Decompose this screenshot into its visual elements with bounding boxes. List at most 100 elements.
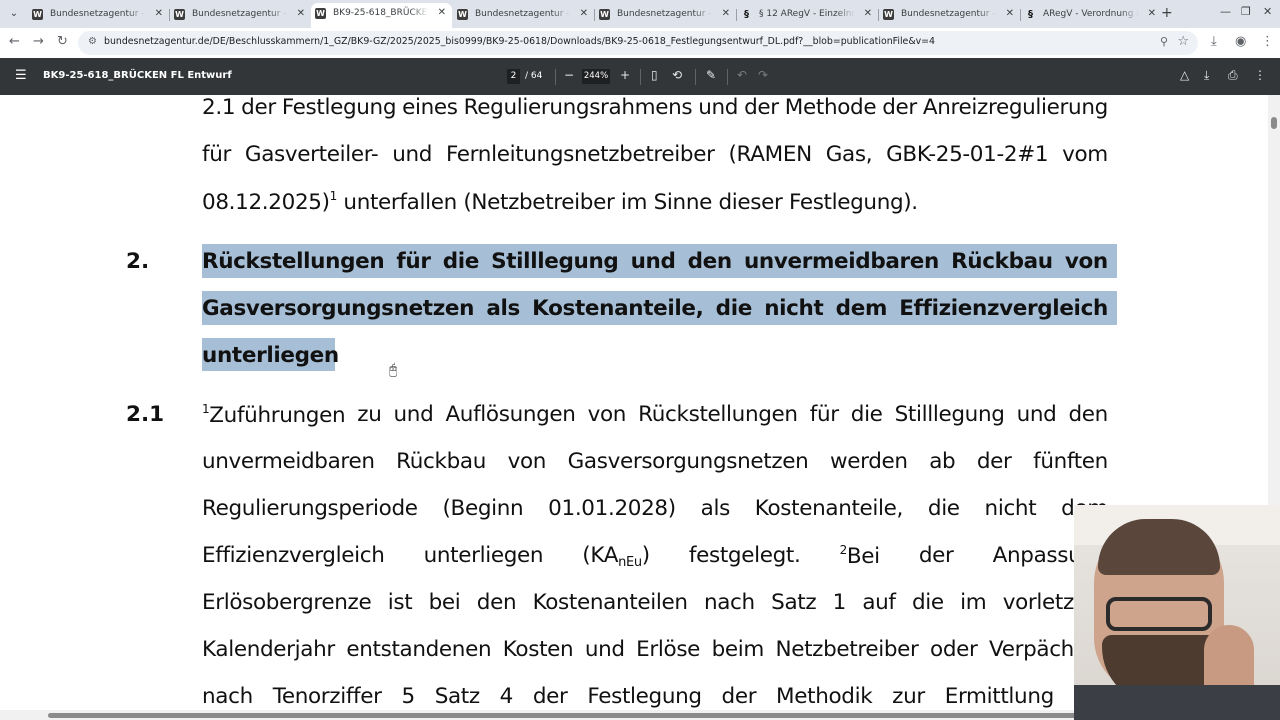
- sidebar-menu-icon[interactable]: ☰: [15, 68, 27, 83]
- word: nach: [703, 590, 755, 615]
- pdf-favicon-icon: W: [315, 8, 326, 19]
- toolbar-divider: [727, 69, 728, 85]
- text-span: Bei: [846, 544, 880, 569]
- toolbar-divider: [695, 69, 696, 85]
- browser-toolbar: ← → ↻ ⚙ bundesnetzagentur.de/DE/Beschlus…: [0, 28, 1280, 58]
- minimize-icon[interactable]: —: [1220, 5, 1231, 18]
- print-icon[interactable]: ⎙: [1228, 68, 1238, 83]
- word: von: [587, 402, 627, 427]
- tab-close-icon[interactable]: ✕: [1006, 4, 1014, 24]
- word: Auflösungen: [445, 402, 576, 427]
- tab-title: Bundesnetzagentur - W: [475, 9, 571, 19]
- browser-tab-strip: ⌄ W Bundesnetzagentur - Al ✕ W Bundesnet…: [0, 0, 1280, 28]
- forward-arrow-icon[interactable]: →: [33, 34, 44, 49]
- browser-tab[interactable]: W Bundesnetzagentur - Al ✕: [170, 4, 311, 26]
- zoom-level-input[interactable]: 244%: [582, 69, 610, 84]
- word: Gasversorgungsnetzen: [202, 296, 475, 321]
- tab-close-icon[interactable]: ✕: [1148, 4, 1156, 24]
- text-span: der: [918, 543, 954, 568]
- word: der: [241, 95, 276, 120]
- word: Regulierungsrahmens: [463, 95, 693, 120]
- word: entstandenen: [346, 637, 492, 662]
- tab-close-icon[interactable]: ✕: [864, 4, 872, 24]
- tab-close-icon[interactable]: ✕: [297, 4, 305, 24]
- tab-title: Bundesnetzagentur - Al: [192, 9, 288, 19]
- page-number-input[interactable]: 2: [507, 69, 520, 84]
- text-span: unterliegen: [423, 543, 544, 568]
- zoom-magnifier-icon[interactable]: ⚲: [1160, 35, 1168, 48]
- word: Rückstellungen: [638, 402, 798, 427]
- new-tab-plus-icon[interactable]: +: [1161, 5, 1173, 21]
- tab-title: Bundesnetzagentur - Hc: [617, 9, 713, 19]
- zoom-out-icon[interactable]: −: [564, 68, 574, 82]
- word: vorletz: [1002, 590, 1075, 615]
- word: oder: [930, 637, 978, 662]
- url-text[interactable]: bundesnetzagentur.de/DE/Beschlusskammern…: [104, 36, 935, 47]
- drive-save-icon[interactable]: △: [1180, 68, 1189, 82]
- tab-title: BK9-25-618_BRÜCKEN F: [333, 8, 429, 18]
- word: dem: [835, 296, 888, 321]
- text-line: Erlösobergrenze ist bei den Kostenanteilen na…: [202, 590, 1074, 615]
- word: Stilllegung: [491, 249, 619, 274]
- word: zur: [892, 684, 925, 709]
- annotate-pen-icon[interactable]: ✎: [706, 68, 716, 82]
- tab-search-chevron-icon[interactable]: ⌄: [6, 6, 22, 22]
- word: unvermeidbaren: [202, 449, 375, 474]
- word: unvermeidbaren: [743, 249, 939, 274]
- word: Netzbetreiber: [775, 637, 919, 662]
- browser-tab[interactable]: § ARegV - Verordnung üb ✕: [1021, 4, 1162, 26]
- text-span: ): [641, 543, 650, 568]
- bnetza-favicon-icon: W: [32, 9, 43, 20]
- text-span: unterfallen (Netzbetreiber im Sinne dies…: [336, 190, 918, 215]
- download-icon[interactable]: ⤓: [1204, 68, 1209, 83]
- word: nach: [202, 684, 253, 709]
- section-heading-line: Gasversorgungsnetzen als Kostenanteile, die…: [202, 296, 1108, 321]
- text-line: 1Zuführungen zu und Auflösungen von Rückstell…: [202, 402, 1108, 428]
- browser-tab[interactable]: W Bundesnetzagentur - Al ✕: [28, 4, 169, 26]
- zoom-in-icon[interactable]: +: [620, 68, 630, 82]
- browser-tab[interactable]: W Bundesnetzagentur - W ✕: [453, 4, 594, 26]
- tab-close-icon[interactable]: ✕: [580, 4, 588, 24]
- tab-close-icon[interactable]: ✕: [155, 4, 163, 24]
- back-arrow-icon[interactable]: ←: [9, 34, 20, 49]
- word: Effizienzvergleich: [899, 296, 1108, 321]
- word: und: [392, 142, 433, 167]
- redo-icon[interactable]: ↷: [758, 68, 768, 82]
- word: der: [744, 95, 779, 120]
- footnote-marker[interactable]: 1: [330, 189, 338, 203]
- reload-icon[interactable]: ↻: [57, 34, 68, 49]
- more-options-icon[interactable]: ⋮: [1254, 68, 1266, 82]
- browser-tab[interactable]: W Bundesnetzagentur - Ef ✕: [879, 4, 1020, 26]
- window-close-icon[interactable]: ✕: [1263, 5, 1272, 18]
- paragraph-favicon-icon: §: [1028, 9, 1033, 20]
- word: Rückbau: [951, 249, 1053, 274]
- address-bar[interactable]: ⚙ bundesnetzagentur.de/DE/Beschlusskamme…: [78, 31, 1198, 55]
- word: 01.01.2028): [548, 496, 676, 521]
- word: Fernleitungsnetzbetreiber: [445, 142, 715, 167]
- rotate-icon[interactable]: ⟲: [672, 68, 682, 82]
- site-info-icon[interactable]: ⚙: [88, 36, 97, 47]
- scrollbar-thumb[interactable]: [48, 713, 1088, 718]
- word: Satz: [771, 590, 817, 615]
- word: für: [809, 402, 839, 427]
- tab-close-icon[interactable]: ✕: [722, 4, 730, 24]
- fit-to-page-icon[interactable]: ▯: [651, 68, 658, 82]
- word: Verpäch: [989, 637, 1074, 662]
- word: und: [1016, 402, 1057, 427]
- tab-title: § 12 ARegV - Einzelnorm: [759, 9, 855, 19]
- profile-avatar-icon[interactable]: ◉: [1235, 34, 1246, 49]
- subsection-number: 2.1: [126, 402, 165, 427]
- downloads-icon[interactable]: ⤓: [1211, 34, 1217, 49]
- word: 2.1: [202, 95, 236, 120]
- browser-tab[interactable]: W Bundesnetzagentur - Hc ✕: [595, 4, 736, 26]
- browser-menu-icon[interactable]: ⋮: [1261, 34, 1274, 49]
- undo-icon[interactable]: ↶: [737, 68, 747, 82]
- tab-close-icon[interactable]: ✕: [438, 3, 446, 23]
- bookmark-star-icon[interactable]: ☆: [1177, 34, 1189, 49]
- restore-icon[interactable]: ❐: [1241, 5, 1251, 18]
- word: im: [960, 590, 987, 615]
- scrollbar-thumb[interactable]: [1271, 117, 1277, 129]
- word: vom: [1062, 142, 1108, 167]
- browser-tab[interactable]: § § 12 ARegV - Einzelnorm ✕: [737, 4, 878, 26]
- browser-tab-active[interactable]: W BK9-25-618_BRÜCKEN F ✕: [311, 3, 452, 28]
